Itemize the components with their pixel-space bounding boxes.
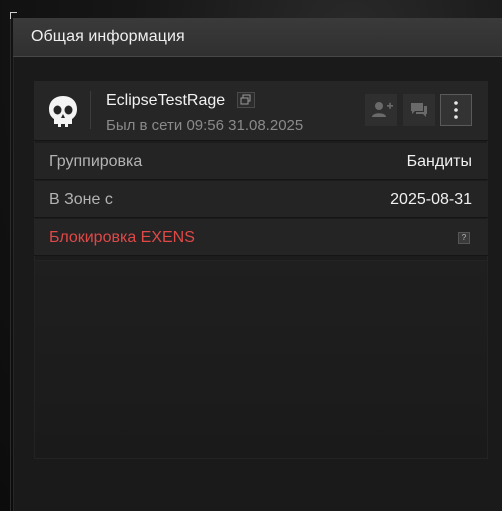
avatar-separator <box>90 91 91 129</box>
panel-edge <box>13 57 14 511</box>
ban-label: Блокировка EXENS <box>49 229 195 246</box>
zone-since-label: В Зоне с <box>49 191 113 208</box>
message-icon <box>411 103 427 117</box>
add-friend-icon <box>372 102 393 117</box>
username: EclipseTestRage <box>106 92 226 109</box>
skull-icon <box>49 96 77 127</box>
card-empty-area <box>34 260 488 459</box>
faction-label: Группировка <box>49 153 143 170</box>
info-row-zone-since: В Зоне с 2025-08-31 <box>34 181 488 218</box>
info-row-faction: Группировка Бандиты <box>34 143 488 180</box>
last-seen-status: Был в сети 09:56 31.08.2025 <box>106 117 304 134</box>
add-friend-button[interactable] <box>365 94 397 126</box>
faction-value: Бандиты <box>406 153 472 170</box>
message-button[interactable] <box>403 94 435 126</box>
panel-title: Общая информация <box>31 28 185 45</box>
info-row-ban: Блокировка EXENS ? <box>34 219 488 256</box>
copy-icon <box>240 94 251 105</box>
zone-since-value: 2025-08-31 <box>390 191 472 208</box>
copy-username-button[interactable] <box>237 92 255 108</box>
frame-edge <box>10 12 11 511</box>
help-icon[interactable]: ? <box>458 232 470 244</box>
more-vertical-icon <box>454 101 458 119</box>
profile-row: EclipseTestRage Был в сети 09:56 31.08.2… <box>34 81 488 141</box>
panel-header: Общая информация <box>13 18 502 57</box>
more-options-button[interactable] <box>440 94 472 126</box>
